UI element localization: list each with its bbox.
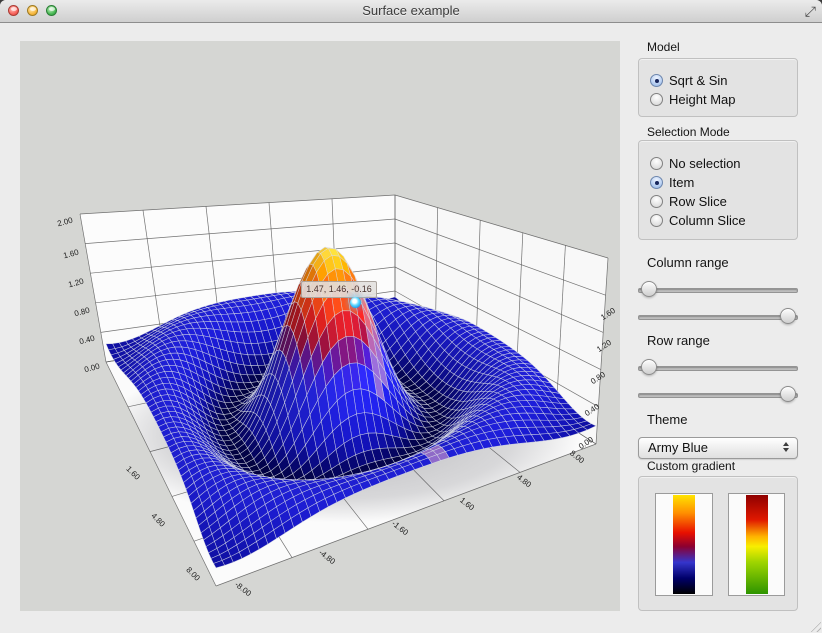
radio-no-selection-label: No selection <box>669 156 741 171</box>
slider-track[interactable] <box>638 366 798 371</box>
gradient-two-button[interactable] <box>728 493 785 596</box>
radio-item[interactable]: Item <box>650 173 797 192</box>
custom-gradient-label: Custom gradient <box>647 459 797 473</box>
theme-label: Theme <box>647 412 797 427</box>
radio-no-selection[interactable]: No selection <box>650 154 797 173</box>
resize-grip[interactable] <box>808 619 821 632</box>
model-label: Model <box>647 40 797 54</box>
radio-height-map[interactable]: Height Map <box>650 90 797 109</box>
model-groupbox: Sqrt & Sin Height Map <box>638 58 798 117</box>
theme-combobox[interactable]: Army Blue <box>638 437 798 459</box>
slider-handle[interactable] <box>641 359 657 375</box>
row-range-min-slider[interactable] <box>638 359 798 377</box>
radio-item-label: Item <box>669 175 694 190</box>
slider-handle[interactable] <box>780 308 796 324</box>
radio-button-icon[interactable] <box>650 157 663 170</box>
radio-button-icon[interactable] <box>650 93 663 106</box>
slider-track[interactable] <box>638 393 798 398</box>
radio-sqrt-sin[interactable]: Sqrt & Sin <box>650 71 797 90</box>
custom-gradient-groupbox <box>638 476 798 611</box>
row-range-max-slider[interactable] <box>638 386 798 404</box>
gradient-one-button[interactable] <box>655 493 713 596</box>
radio-height-map-label: Height Map <box>669 92 735 107</box>
slider-track[interactable] <box>638 288 798 293</box>
title-bar[interactable]: Surface example ⤢ <box>0 0 822 23</box>
radio-button-icon[interactable] <box>650 74 663 87</box>
slider-handle[interactable] <box>641 281 657 297</box>
slider-handle[interactable] <box>780 386 796 402</box>
column-range-label: Column range <box>647 255 797 270</box>
radio-button-icon[interactable] <box>650 195 663 208</box>
gradient-two-swatch <box>746 495 768 594</box>
surface-plot-area[interactable]: 1.47, 1.46, -0.16 2.001.601.200.800.400.… <box>20 41 620 611</box>
selection-mode-label: Selection Mode <box>647 125 797 139</box>
radio-button-icon[interactable] <box>650 214 663 227</box>
theme-combobox-value: Army Blue <box>648 438 708 458</box>
radio-column-slice[interactable]: Column Slice <box>650 211 797 230</box>
radio-row-slice[interactable]: Row Slice <box>650 192 797 211</box>
gradient-one-swatch <box>673 495 695 594</box>
radio-button-icon[interactable] <box>650 176 663 189</box>
radio-column-slice-label: Column Slice <box>669 213 746 228</box>
column-range-min-slider[interactable] <box>638 281 798 299</box>
radio-sqrt-sin-label: Sqrt & Sin <box>669 73 728 88</box>
surface-3d-canvas[interactable] <box>20 41 620 611</box>
radio-row-slice-label: Row Slice <box>669 194 727 209</box>
row-range-label: Row range <box>647 333 797 348</box>
window-title: Surface example <box>0 0 822 22</box>
selection-mode-groupbox: No selection Item Row Slice Column Slice <box>638 140 798 240</box>
selected-point-marker <box>350 297 361 308</box>
app-window: Surface example ⤢ 1.47, 1.46, -0.16 2.00… <box>0 0 822 633</box>
column-range-max-slider[interactable] <box>638 308 798 326</box>
fullscreen-icon[interactable]: ⤢ <box>805 1 816 21</box>
combobox-stepper-icon <box>783 442 789 452</box>
slider-track[interactable] <box>638 315 798 320</box>
selected-point-label: 1.47, 1.46, -0.16 <box>301 281 377 298</box>
